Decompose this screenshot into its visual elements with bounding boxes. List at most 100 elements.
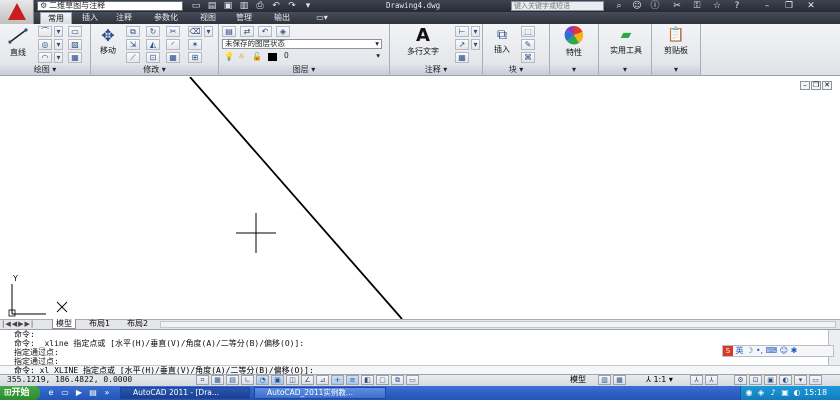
grid-display-toggle[interactable]: ▤ xyxy=(226,375,239,385)
lightbulb-icon[interactable]: 💡 xyxy=(224,52,234,61)
tray-app-icon[interactable]: ▣ xyxy=(780,388,790,398)
tray-network-icon[interactable]: ◉ xyxy=(744,388,754,398)
clipboard-panel-expander[interactable]: ▾ xyxy=(652,65,700,75)
layer-state-dropdown[interactable]: 未保存的图层状态 ▾ xyxy=(222,39,382,49)
selection-cycling-toggle[interactable]: ⧉ xyxy=(391,375,404,385)
new-file-icon[interactable]: ▭ xyxy=(190,1,202,11)
tray-volume-icon[interactable]: ♪ xyxy=(768,388,778,398)
save-as-icon[interactable]: ▥ xyxy=(238,1,250,11)
quick-properties-toggle[interactable]: ▢ xyxy=(376,375,389,385)
tab-manage[interactable]: 管理 xyxy=(228,12,260,24)
erase-icon[interactable]: ⌫ xyxy=(188,26,202,37)
restore-icon[interactable]: ❐ xyxy=(782,0,796,12)
layer-isolate-icon[interactable]: ◈ xyxy=(276,26,290,37)
ime-toolbar[interactable]: S 英 ☽ •, ⌨ ☺ ✱ xyxy=(722,345,834,357)
horizontal-scrollbar[interactable] xyxy=(160,321,836,328)
user-icon[interactable]: ☺ xyxy=(630,0,644,12)
tab-output[interactable]: 输出 xyxy=(266,12,298,24)
clipboard-button[interactable]: 📋 剪贴板 xyxy=(656,25,696,63)
tab-layout1[interactable]: 布局1 xyxy=(86,319,113,329)
lock-ui-icon[interactable]: ⊡ xyxy=(749,375,762,385)
insert-block-button[interactable]: ⧉ 插入 xyxy=(487,26,517,62)
desktop-icon[interactable]: ▭ xyxy=(60,388,70,398)
sun-icon[interactable]: ☼ xyxy=(238,52,245,61)
move-button[interactable]: ✥ 移动 xyxy=(93,27,123,61)
layer-match-icon[interactable]: ⇄ xyxy=(240,26,254,37)
key-icon[interactable]: ⚿ xyxy=(690,0,704,12)
keyboard-icon[interactable]: ⌨ xyxy=(766,346,778,355)
tab-parametric[interactable]: 参数化 xyxy=(146,12,186,24)
draw-panel-label[interactable]: 绘图 ▾ xyxy=(0,65,90,75)
fillet-icon[interactable]: ◜ xyxy=(166,39,180,50)
quicklaunch-more-icon[interactable]: » xyxy=(102,388,112,398)
ortho-mode-toggle[interactable]: ∟ xyxy=(241,375,254,385)
moon-icon[interactable]: ☽ xyxy=(746,346,753,355)
ribbon-minimize-icon[interactable]: ▭▾ xyxy=(312,12,332,24)
circle-icon[interactable]: ◎ xyxy=(38,39,52,50)
rotate-icon[interactable]: ↻ xyxy=(146,26,160,37)
undo-icon[interactable]: ↶ xyxy=(270,1,282,11)
layer-previous-icon[interactable]: ↶ xyxy=(258,26,272,37)
create-block-icon[interactable]: ⬚ xyxy=(521,26,535,37)
workspace-switching-icon[interactable]: ⚙ xyxy=(734,375,747,385)
isolate-objects-icon[interactable]: ◐ xyxy=(779,375,792,385)
tab-insert[interactable]: 插入 xyxy=(76,12,104,24)
application-menu-button[interactable] xyxy=(0,0,34,24)
object-snap-toggle[interactable]: ▣ xyxy=(271,375,284,385)
print-icon[interactable]: ⎙ xyxy=(254,1,266,11)
clean-screen-icon[interactable]: ▭ xyxy=(809,375,822,385)
viewport-restore-icon[interactable]: ❐ xyxy=(811,81,821,90)
quick-access-dropdown-icon[interactable]: ▾ xyxy=(302,1,314,11)
viewport-close-icon[interactable]: ✕ xyxy=(822,81,832,90)
layer-properties-icon[interactable]: ▤ xyxy=(222,26,236,37)
transparency-toggle[interactable]: ◧ xyxy=(361,375,374,385)
info-icon[interactable]: ⓘ xyxy=(648,0,662,12)
lock-icon[interactable]: 🔓 xyxy=(252,52,262,61)
dropdown-arrow-icon[interactable]: ▾ xyxy=(204,26,213,37)
hatch-icon[interactable]: ▨ xyxy=(68,39,82,50)
edit-block-icon[interactable]: ✎ xyxy=(521,39,535,50)
drawing-canvas[interactable]: Y X xyxy=(0,77,840,319)
infer-constraints-toggle[interactable]: ⌗ xyxy=(196,375,209,385)
close-icon[interactable]: ✕ xyxy=(804,0,818,12)
hardware-acceleration-icon[interactable]: ▣ xyxy=(764,375,777,385)
explode-icon[interactable]: ✶ xyxy=(188,39,202,50)
folder-icon[interactable]: ▤ xyxy=(88,388,98,398)
ie-icon[interactable]: e xyxy=(46,388,56,398)
dropdown-arrow-icon[interactable]: ▾ xyxy=(471,26,480,37)
layer-color-swatch[interactable] xyxy=(268,53,277,61)
application-status-menu-icon[interactable]: ▾ xyxy=(794,375,807,385)
taskbar-tutorial-window[interactable]: AutoCAD_2011实例教... xyxy=(254,387,386,399)
taskbar-autocad-window[interactable]: AutoCAD 2011 - [Dra... xyxy=(120,387,250,399)
tab-annotate[interactable]: 注释 xyxy=(110,12,138,24)
tray-shield-icon[interactable]: ◈ xyxy=(756,388,766,398)
mirror-icon[interactable]: ◭ xyxy=(146,39,160,50)
dynamic-ucs-toggle[interactable]: ⊿ xyxy=(316,375,329,385)
minimize-icon[interactable]: – xyxy=(760,0,774,12)
join-icon[interactable]: ⊞ xyxy=(188,52,202,63)
quick-view-drawings-icon[interactable]: ▦ xyxy=(613,375,626,385)
copy-icon[interactable]: ⧉ xyxy=(126,26,140,37)
mtext-button[interactable]: A 多行文字 xyxy=(400,26,446,62)
dropdown-arrow-icon[interactable]: ▾ xyxy=(54,26,63,37)
tray-security-icon[interactable]: ◐ xyxy=(792,388,802,398)
redo-icon[interactable]: ↷ xyxy=(286,1,298,11)
stretch-icon[interactable]: ⇲ xyxy=(126,39,140,50)
open-file-icon[interactable]: ▤ xyxy=(206,1,218,11)
start-button[interactable]: ⊞开始 xyxy=(0,386,40,400)
dropdown-arrow-icon[interactable]: ▾ xyxy=(471,39,480,50)
auto-scale-icon[interactable]: ⅄ xyxy=(705,375,718,385)
trim-icon[interactable]: ✂ xyxy=(166,26,180,37)
layers-panel-label[interactable]: 图层 ▾ xyxy=(219,65,389,75)
construction-xline[interactable] xyxy=(189,77,403,319)
dropdown-arrow-icon[interactable]: ▾ xyxy=(54,52,63,63)
object-snap-tracking-toggle[interactable]: ∠ xyxy=(301,375,314,385)
model-space-button[interactable]: 模型 xyxy=(570,375,586,385)
tab-layout2[interactable]: 布局2 xyxy=(124,319,151,329)
block-panel-label[interactable]: 块 ▾ xyxy=(483,65,549,75)
tools-icon[interactable]: ✱ xyxy=(791,346,798,355)
rectangle-icon[interactable]: ▭ xyxy=(68,26,82,37)
utilities-button[interactable]: ▰ 实用工具 xyxy=(603,25,649,63)
dropdown-arrow-icon[interactable]: ▾ xyxy=(54,39,63,50)
search-icon[interactable]: ⌕ xyxy=(612,0,626,12)
